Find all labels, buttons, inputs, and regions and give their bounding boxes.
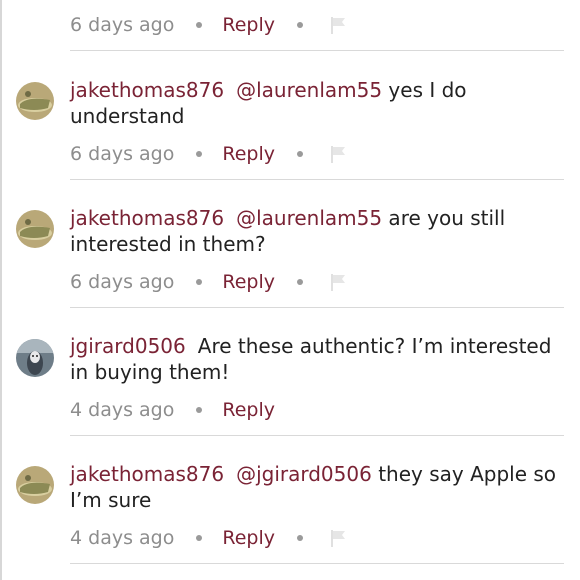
comment-mention[interactable]: @laurenlam55	[236, 206, 382, 230]
flag-icon[interactable]	[329, 144, 347, 164]
comment-meta: 6 days ago Reply	[70, 12, 347, 38]
reply-link[interactable]: Reply	[222, 527, 275, 549]
comment-meta: 6 days ago Reply	[70, 269, 347, 295]
avatar[interactable]	[16, 210, 54, 248]
separator-dot	[196, 151, 203, 157]
comment-time: 6 days ago	[70, 271, 175, 293]
comment-body: jgirard0506 Are these authentic? I’m inte…	[70, 333, 568, 385]
comment-time: 4 days ago	[70, 527, 175, 549]
separator-dot	[196, 535, 203, 541]
comment-time: 4 days ago	[70, 399, 175, 421]
comment-mention[interactable]: @jgirard0506	[236, 462, 372, 486]
flag-icon[interactable]	[329, 272, 347, 292]
comment-mention[interactable]: @laurenlam55	[236, 78, 382, 102]
left-border	[0, 0, 2, 580]
comment-divider	[70, 307, 564, 308]
reply-link[interactable]: Reply	[222, 271, 275, 293]
reply-link[interactable]: Reply	[222, 14, 275, 36]
comment-meta: 6 days ago Reply	[70, 141, 347, 167]
separator-dot	[296, 279, 303, 285]
comment-time: 6 days ago	[70, 143, 175, 165]
comment-username[interactable]: jakethomas876	[70, 462, 224, 486]
comment-text: I’m sure	[70, 488, 152, 512]
comment-text: they say Apple so	[371, 462, 557, 486]
separator-dot	[296, 22, 303, 28]
comment-divider	[70, 50, 564, 51]
comment-text: understand	[70, 104, 185, 128]
comment-body: jakethomas876 @jgirard0506 they say Apple…	[70, 461, 568, 513]
reply-link[interactable]: Reply	[222, 399, 275, 421]
comment-body: jakethomas876 @laurenlam55 are you still …	[70, 205, 568, 257]
flag-icon[interactable]	[329, 15, 347, 35]
separator-dot	[296, 535, 303, 541]
comment-text: Are these authentic? I’m interested	[197, 334, 552, 358]
comment-time: 6 days ago	[70, 14, 175, 36]
comment-meta: 4 days ago Reply	[70, 525, 347, 551]
avatar[interactable]	[16, 466, 54, 504]
comment-username[interactable]: jakethomas876	[70, 78, 224, 102]
separator-dot	[196, 22, 203, 28]
flag-icon[interactable]	[329, 528, 347, 548]
avatar[interactable]	[16, 339, 54, 377]
comment-text: in buying them!	[70, 360, 230, 384]
comment-body: jakethomas876 @laurenlam55 yes I do under…	[70, 77, 568, 129]
avatar[interactable]	[16, 82, 54, 120]
separator-dot	[296, 151, 303, 157]
comment-username[interactable]: jakethomas876	[70, 206, 224, 230]
separator-dot	[196, 407, 203, 413]
comment-username[interactable]: jgirard0506	[70, 334, 186, 358]
separator-dot	[196, 279, 203, 285]
comment-divider	[70, 179, 564, 180]
comment-divider	[70, 435, 564, 436]
comment-divider	[70, 563, 564, 564]
comment-text: are you still	[382, 206, 506, 230]
comment-meta: 4 days ago Reply	[70, 397, 275, 423]
reply-link[interactable]: Reply	[222, 143, 275, 165]
comment-text: yes I do	[382, 78, 467, 102]
comment-text: interested in them?	[70, 232, 266, 256]
